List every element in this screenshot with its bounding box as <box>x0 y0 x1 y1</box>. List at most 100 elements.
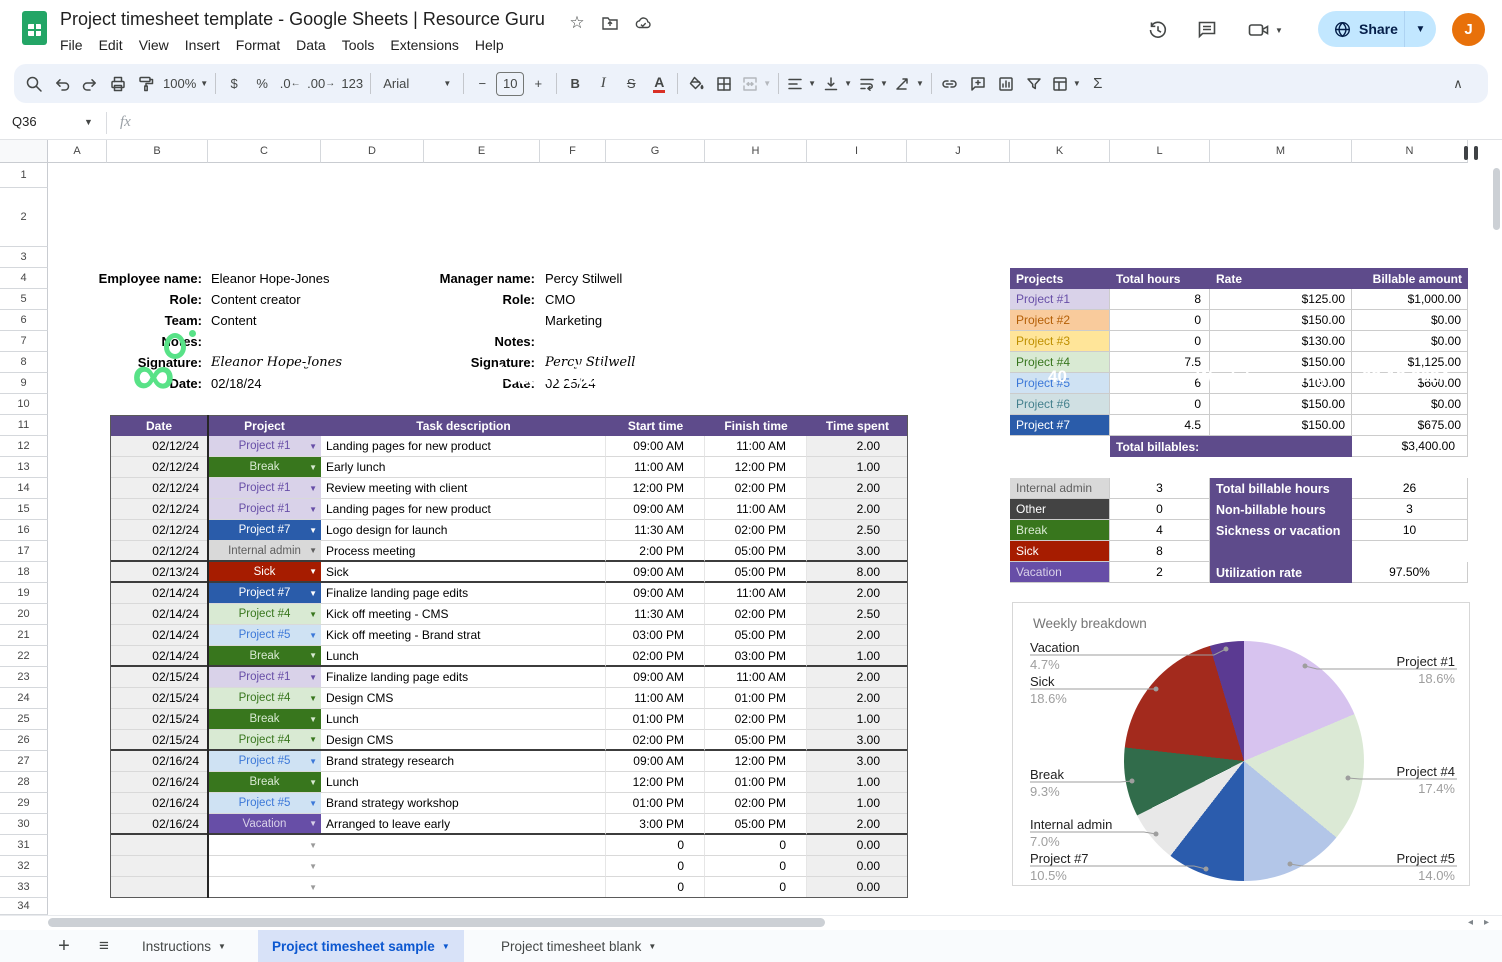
employee-field-value[interactable]: Content <box>211 310 391 331</box>
timesheet-finish-cell[interactable]: 02:00 PM <box>705 520 807 541</box>
project-dropdown-caret[interactable]: ▼ <box>309 610 317 619</box>
projects-rate-cell[interactable]: $150.00 <box>1210 310 1352 331</box>
column-header-H[interactable]: H <box>705 140 807 163</box>
timesheet-start-cell[interactable]: 09:00 AM <box>606 751 705 772</box>
manager-field-value[interactable]: Marketing <box>545 310 725 331</box>
timesheet-project-dropdown[interactable]: ▼ <box>208 835 321 856</box>
meet-dropdown-caret[interactable]: ▼ <box>1275 26 1283 35</box>
version-history-icon[interactable] <box>1143 15 1173 45</box>
weekly-breakdown-chart[interactable]: Weekly breakdown Project #118.6%Project … <box>1012 602 1470 886</box>
text-color-icon[interactable]: A <box>645 70 673 98</box>
timesheet-start-cell[interactable]: 02:00 PM <box>606 730 705 751</box>
row-header-28[interactable]: 28 <box>0 772 48 793</box>
row-header-24[interactable]: 24 <box>0 688 48 709</box>
timesheet-finish-cell[interactable]: 05:00 PM <box>705 562 807 583</box>
row-header-15[interactable]: 15 <box>0 499 48 520</box>
row-header-26[interactable]: 26 <box>0 730 48 751</box>
timesheet-date-cell[interactable]: 02/15/24 <box>110 667 208 688</box>
projects-hours-cell[interactable]: 0 <box>1110 310 1210 331</box>
redo-icon[interactable] <box>76 70 104 98</box>
timesheet-project-dropdown[interactable]: Break▼ <box>208 709 321 730</box>
timesheet-project-dropdown[interactable]: Project #5▼ <box>208 751 321 772</box>
timesheet-spent-cell[interactable]: 3.00 <box>807 541 908 562</box>
sheets-logo-icon[interactable] <box>22 11 47 45</box>
print-icon[interactable] <box>104 70 132 98</box>
timesheet-start-cell[interactable]: 03:00 PM <box>606 625 705 646</box>
timesheet-task-cell[interactable]: Lunch <box>321 709 606 730</box>
project-dropdown-caret[interactable]: ▼ <box>309 757 317 766</box>
timesheet-task-cell[interactable]: Arranged to leave early <box>321 814 606 835</box>
timesheet-finish-cell[interactable]: 11:00 AM <box>705 667 807 688</box>
row-header-5[interactable]: 5 <box>0 289 48 310</box>
billable-summary-value[interactable]: 10 <box>1352 520 1468 541</box>
row-header-27[interactable]: 27 <box>0 751 48 772</box>
timesheet-finish-cell[interactable]: 05:00 PM <box>705 625 807 646</box>
billable-summary-value[interactable]: 26 <box>1352 478 1468 499</box>
row-header-34[interactable]: 34 <box>0 898 48 915</box>
row-header-8[interactable]: 8 <box>0 352 48 373</box>
project-dropdown-caret[interactable]: ▼ <box>309 463 317 472</box>
row-header-22[interactable]: 22 <box>0 646 48 667</box>
timesheet-spent-cell[interactable]: 2.00 <box>807 667 908 688</box>
timesheet-task-cell[interactable]: Kick off meeting - Brand strat <box>321 625 606 646</box>
timesheet-start-cell[interactable]: 0 <box>606 877 705 898</box>
timesheet-finish-cell[interactable]: 03:00 PM <box>705 646 807 667</box>
column-header-K[interactable]: K <box>1010 140 1110 163</box>
timesheet-date-cell[interactable]: 02/12/24 <box>110 457 208 478</box>
project-dropdown-caret[interactable]: ▼ <box>309 883 317 892</box>
timesheet-task-cell[interactable]: Logo design for launch <box>321 520 606 541</box>
row-header-9[interactable]: 9 <box>0 373 48 394</box>
menu-data[interactable]: Data <box>288 34 334 56</box>
timesheet-project-dropdown[interactable]: Project #4▼ <box>208 604 321 625</box>
decrease-font-size-button[interactable]: − <box>468 70 496 98</box>
column-header-B[interactable]: B <box>107 140 208 163</box>
row-header-18[interactable]: 18 <box>0 562 48 583</box>
cloud-status-icon[interactable] <box>632 12 654 34</box>
timesheet-project-dropdown[interactable]: Internal admin▼ <box>208 541 321 562</box>
timesheet-task-cell[interactable]: Kick off meeting - CMS <box>321 604 606 625</box>
row-header-3[interactable]: 3 <box>0 247 48 268</box>
row-header-33[interactable]: 33 <box>0 877 48 898</box>
account-avatar[interactable]: J <box>1452 13 1485 46</box>
row-header-14[interactable]: 14 <box>0 478 48 499</box>
font-size-input[interactable]: 10 <box>496 72 524 96</box>
timesheet-project-dropdown[interactable]: Project #7▼ <box>208 520 321 541</box>
share-dropdown-caret[interactable]: ▼ <box>1405 11 1436 47</box>
menu-extensions[interactable]: Extensions <box>382 34 466 56</box>
timesheet-project-dropdown[interactable]: Project #1▼ <box>208 478 321 499</box>
timesheet-project-dropdown[interactable]: Break▼ <box>208 646 321 667</box>
timesheet-project-dropdown[interactable]: Project #1▼ <box>208 667 321 688</box>
undo-icon[interactable] <box>48 70 76 98</box>
project-dropdown-caret[interactable]: ▼ <box>309 546 317 555</box>
menu-edit[interactable]: Edit <box>91 34 131 56</box>
projects-rate-cell[interactable]: $130.00 <box>1210 331 1352 352</box>
row-header-11[interactable]: 11 <box>0 415 48 436</box>
timesheet-project-dropdown[interactable]: Sick▼ <box>208 562 321 583</box>
timesheet-start-cell[interactable]: 0 <box>606 835 705 856</box>
row-header-6[interactable]: 6 <box>0 310 48 331</box>
timesheet-start-cell[interactable]: 12:00 PM <box>606 772 705 793</box>
timesheet-finish-cell[interactable]: 12:00 PM <box>705 457 807 478</box>
projects-hours-cell[interactable]: 7.5 <box>1110 352 1210 373</box>
timesheet-finish-cell[interactable]: 0 <box>705 856 807 877</box>
timesheet-start-cell[interactable]: 09:00 AM <box>606 583 705 604</box>
timesheet-project-dropdown[interactable]: Project #5▼ <box>208 793 321 814</box>
timesheet-date-cell[interactable]: 02/14/24 <box>110 604 208 625</box>
timesheet-start-cell[interactable]: 02:00 PM <box>606 646 705 667</box>
billable-summary-value[interactable]: 3 <box>1352 499 1468 520</box>
projects-billable-cell[interactable]: $0.00 <box>1352 394 1468 415</box>
row-header-17[interactable]: 17 <box>0 541 48 562</box>
timesheet-task-cell[interactable]: Lunch <box>321 646 606 667</box>
timesheet-finish-cell[interactable]: 11:00 AM <box>705 436 807 457</box>
row-header-29[interactable]: 29 <box>0 793 48 814</box>
increase-decimal-icon[interactable]: .00→ <box>304 70 338 98</box>
projects-hours-cell[interactable]: 8 <box>1110 289 1210 310</box>
projects-billable-cell[interactable]: $1,000.00 <box>1352 289 1468 310</box>
banner[interactable]: ∞ Project timesheet (sample) Total avail… <box>48 163 1468 247</box>
scroll-handle-bar[interactable] <box>1474 146 1478 160</box>
category-hours-cell[interactable]: 8 <box>1110 541 1210 562</box>
projects-billable-cell[interactable]: $0.00 <box>1352 331 1468 352</box>
timesheet-date-cell[interactable]: 02/13/24 <box>110 562 208 583</box>
italic-icon[interactable]: I <box>589 70 617 98</box>
row-header-32[interactable]: 32 <box>0 856 48 877</box>
